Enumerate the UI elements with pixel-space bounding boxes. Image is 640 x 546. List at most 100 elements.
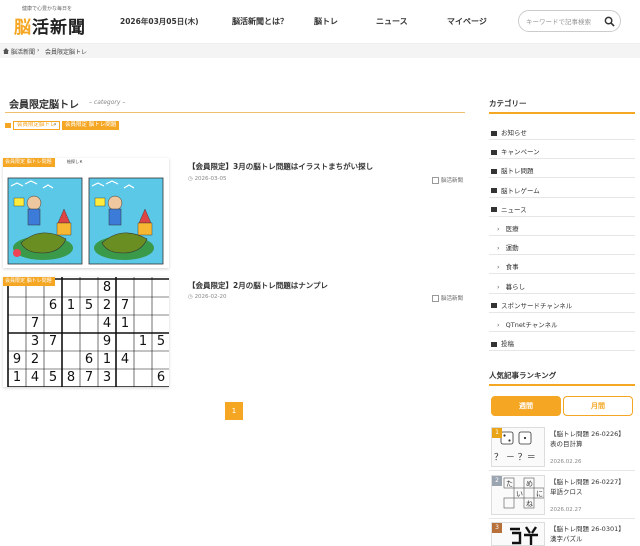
dice-illustration: [500, 431, 532, 445]
search-icon[interactable]: [604, 16, 615, 27]
post-author-name: 脳活新聞: [441, 178, 464, 184]
pagination-page-1[interactable]: 1: [225, 402, 243, 420]
ranking-title-1b[interactable]: 表の目計算: [550, 438, 583, 448]
sidebar-category-item[interactable]: キャンペーン: [491, 146, 540, 156]
title-divider: [5, 112, 465, 113]
category-divider: [489, 331, 635, 332]
sudoku-digit: 8: [66, 370, 76, 385]
nav-news[interactable]: ニュース: [376, 16, 408, 27]
sidebar-category-item[interactable]: 投稿: [491, 338, 514, 348]
sudoku-digit: 4: [30, 370, 40, 385]
ranking-thumbnail-1[interactable]: 1 ？ － ？＝: [491, 427, 545, 467]
breadcrumb: 脳活新聞 › 会員限定脳トレ: [0, 44, 640, 58]
site-logo[interactable]: 脳活新聞: [14, 13, 86, 38]
header-date: 2026年03月05日(木): [120, 17, 199, 26]
ranking-divider: [489, 470, 635, 471]
post-date-value: 2026-03-05: [194, 176, 227, 182]
nav-mypage[interactable]: マイページ: [447, 16, 487, 27]
author-avatar-icon: [432, 177, 439, 184]
folder-icon: [491, 207, 497, 213]
post-title-2[interactable]: 【会員限定】2月の脳トレ問題はナンプレ: [188, 280, 328, 291]
post-title-1[interactable]: 【会員限定】3月の脳トレ問題はイラストまちがい探し: [188, 161, 373, 172]
sudoku-digit: 8: [102, 280, 112, 295]
sudoku-digit: 5: [48, 370, 58, 385]
kanji-puzzle-illustration: [510, 526, 538, 545]
post-date-2: ◷ 2026-02-20: [188, 294, 227, 300]
sudoku-digit: 1: [120, 316, 130, 331]
ranking-thumbnail-3[interactable]: 3: [491, 522, 545, 546]
sidebar-category-item[interactable]: › 医療: [497, 223, 519, 233]
sidebar-category-item[interactable]: 脳トレゲーム: [491, 185, 540, 195]
sudoku-digit: 7: [120, 298, 130, 313]
sudoku-digit: 4: [120, 352, 130, 367]
ranking-title-2a[interactable]: 【脳トレ問題 26-0227】: [550, 476, 625, 486]
post-thumbnail-2[interactable]: 会員限定 脳トレ問題 86152774137915926141458736: [3, 277, 169, 387]
sudoku-digit: 6: [156, 370, 166, 385]
tab-monthly[interactable]: 月間: [563, 396, 633, 416]
folder-icon: [491, 168, 497, 174]
sidebar-category-label: 投稿: [501, 340, 514, 349]
ranking-divider: [489, 518, 635, 519]
sudoku-digit: 2: [102, 298, 112, 313]
breadcrumb-home[interactable]: 脳活新聞: [11, 47, 35, 56]
sidebar-category-item[interactable]: › 食事: [497, 261, 519, 271]
folder-icon: [491, 130, 497, 136]
sudoku-grid: 86152774137915926141458736: [3, 277, 169, 387]
author-avatar-icon: [432, 295, 439, 302]
sudoku-digit: 7: [30, 316, 40, 331]
sidebar-category-item[interactable]: スポンサードチャンネル: [491, 300, 572, 310]
category-divider: [489, 177, 635, 179]
nav-about[interactable]: 脳活新聞とは？: [232, 16, 288, 27]
chevron-right-icon: ›: [497, 244, 500, 253]
sidebar-category-label: 食事: [505, 263, 519, 272]
tab-weekly[interactable]: 週間: [491, 396, 561, 416]
ranking-thumbnail-2[interactable]: 2 た め い に ね: [491, 475, 545, 515]
cross-char-2: め: [526, 480, 533, 488]
folder-icon: [491, 341, 497, 347]
sidebar-category-item[interactable]: › QTnetチャンネル: [497, 319, 558, 329]
site-header: 健康で心豊かな毎日を 脳活新聞 2026年03月05日(木) 脳活新聞とは？ 脳…: [0, 0, 640, 44]
spot-the-difference-illustration: [7, 177, 164, 265]
post-date-value: 2026-02-20: [194, 294, 227, 300]
ranking-title-1a[interactable]: 【脳トレ問題 26-0226】: [550, 428, 625, 438]
sidebar-category-label: キャンペーン: [501, 148, 540, 157]
sidebar-category-label: 脳トレゲーム: [501, 186, 540, 195]
cross-char-3: い: [516, 490, 523, 498]
logo-part-2: 活新聞: [32, 18, 86, 38]
rank-number-2: 2: [492, 476, 502, 486]
category-divider: [489, 215, 635, 217]
folder-icon: [491, 303, 497, 309]
folder-icon: [491, 188, 497, 194]
ranking-title-3b[interactable]: 漢字パズル: [550, 533, 583, 543]
category-divider: [489, 139, 635, 140]
sidebar-category-item[interactable]: ニュース: [491, 204, 527, 214]
sidebar-category-label: 医療: [505, 225, 519, 233]
sidebar-category-item[interactable]: › 運動: [497, 242, 519, 252]
post-date-1: ◷ 2026-03-05: [188, 176, 227, 182]
cross-char-5: ね: [526, 500, 533, 508]
ranking-date-1: 2026.02.26: [550, 459, 582, 465]
ranking-title-2b[interactable]: 単語クロス: [550, 486, 583, 496]
category-divider: [489, 254, 635, 256]
post-author-2: 脳活新聞: [432, 294, 463, 302]
ranking-title-3a[interactable]: 【脳トレ問題 26-0301】: [550, 523, 625, 533]
sidebar-category-item[interactable]: お知らせ: [491, 127, 527, 137]
tag-members-problem[interactable]: 会員限定 脳トレ問題: [62, 121, 120, 130]
category-divider: [489, 273, 635, 275]
sudoku-digit: 1: [66, 298, 76, 313]
page-title: 会員限定脳トレ: [9, 100, 79, 111]
rank-number-3: 3: [492, 523, 502, 533]
category-divider: [489, 196, 635, 198]
logo-tagline: 健康で心豊かな毎日を: [22, 6, 73, 12]
tag-members-brain[interactable]: 会員限定脳トレ: [13, 121, 60, 130]
sudoku-digit: 9: [102, 334, 112, 349]
sidebar-category-item[interactable]: › 暮らし: [497, 281, 525, 291]
search-input[interactable]: [526, 15, 600, 28]
sidebar-category-label: QTnetチャンネル: [505, 321, 558, 329]
post-thumbnail-1[interactable]: 会員限定 脳トレ問題 絵探しＫ: [3, 158, 169, 268]
sidebar-category-item[interactable]: 脳トレ問題: [491, 165, 534, 175]
sudoku-digit: 6: [48, 298, 58, 313]
nav-brain-training[interactable]: 脳トレ: [314, 16, 338, 27]
category-divider: [489, 158, 635, 160]
chevron-right-icon: ›: [497, 282, 500, 291]
